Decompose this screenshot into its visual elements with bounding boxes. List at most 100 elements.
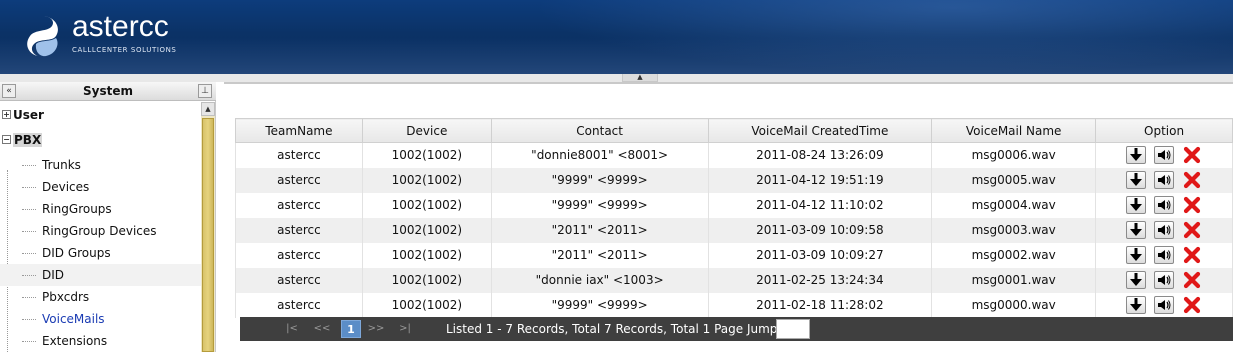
tree-group-label: User xyxy=(13,108,44,122)
play-audio-icon[interactable] xyxy=(1154,246,1175,264)
current-page-button[interactable]: 1 xyxy=(341,320,361,338)
scroll-up-icon[interactable]: ▲ xyxy=(201,102,215,116)
layout-splitter xyxy=(0,74,1233,82)
sidebar-item-label: RingGroup Devices xyxy=(42,224,157,238)
cell-contact: "9999" <9999> xyxy=(490,292,709,318)
table-row[interactable]: astercc 1002(1002) "2011" <2011> 2011-03-09… xyxy=(235,242,1233,268)
download-icon[interactable] xyxy=(1126,221,1147,239)
collapse-icon[interactable]: − xyxy=(2,135,11,144)
cell-voicemail-name: msg0000.wav xyxy=(931,292,1097,318)
column-header-device[interactable]: Device xyxy=(361,118,492,143)
cell-createdtime: 2011-02-25 13:24:34 xyxy=(707,267,933,293)
sidebar-item-ringgroups[interactable]: RingGroups xyxy=(0,198,201,220)
play-audio-icon[interactable] xyxy=(1154,171,1175,189)
cell-option xyxy=(1095,292,1233,318)
last-page-button[interactable]: >| xyxy=(397,320,413,338)
delete-icon[interactable] xyxy=(1182,296,1202,314)
table-row[interactable]: astercc 1002(1002) "9999" <9999> 2011-04-12… xyxy=(235,167,1233,193)
next-page-button[interactable]: >> xyxy=(367,320,385,338)
sidebar-item-label: Pbxcdrs xyxy=(42,290,90,304)
main-panel: TeamName Device Contact VoiceMail Create… xyxy=(224,82,1233,352)
table-row[interactable]: astercc 1002(1002) "9999" <9999> 2011-02-18… xyxy=(235,292,1233,318)
cell-voicemail-name: msg0001.wav xyxy=(931,267,1097,293)
prev-page-button[interactable]: << xyxy=(313,320,331,338)
sidebar-item-extensions[interactable]: Extensions xyxy=(0,330,201,352)
sidebar-item-label: DID xyxy=(42,268,65,282)
sidebar-item-trunks[interactable]: Trunks xyxy=(0,154,201,176)
cell-voicemail-name: msg0005.wav xyxy=(931,167,1097,193)
delete-icon[interactable] xyxy=(1182,196,1202,214)
tree-group-pbx[interactable]: − PBX xyxy=(0,129,201,151)
download-icon[interactable] xyxy=(1126,296,1147,314)
play-audio-icon[interactable] xyxy=(1154,146,1175,165)
download-icon[interactable] xyxy=(1126,246,1147,264)
cell-device: 1002(1002) xyxy=(361,167,492,193)
cell-option xyxy=(1095,167,1233,193)
play-audio-icon[interactable] xyxy=(1154,221,1175,239)
expand-icon[interactable]: + xyxy=(2,110,11,119)
sidebar-item-label: Trunks xyxy=(42,158,81,172)
pin-icon[interactable]: ⊥ xyxy=(198,84,212,98)
cell-createdtime: 2011-04-12 11:10:02 xyxy=(707,192,933,218)
cell-teamname: astercc xyxy=(235,242,363,268)
jump-to-page-input[interactable] xyxy=(776,319,810,339)
tree-dash xyxy=(22,209,36,210)
delete-icon[interactable] xyxy=(1182,171,1202,189)
column-header-contact[interactable]: Contact xyxy=(490,118,709,143)
tree-dash xyxy=(22,253,36,254)
table-row[interactable]: astercc 1002(1002) "9999" <9999> 2011-04-12… xyxy=(235,192,1233,218)
table-row[interactable]: astercc 1002(1002) "2011" <2011> 2011-03-09… xyxy=(235,217,1233,243)
row-actions xyxy=(1096,196,1232,214)
tree-group-user[interactable]: + User xyxy=(0,104,201,126)
tree-dash xyxy=(22,275,36,276)
voicemail-table: TeamName Device Contact VoiceMail Create… xyxy=(235,118,1233,318)
sidebar-item-did-groups[interactable]: DID Groups xyxy=(0,242,201,264)
pagination-bar: |< << 1 >> >| Listed 1 - 7 Records, Tota… xyxy=(240,317,1233,341)
cell-createdtime: 2011-03-09 10:09:58 xyxy=(707,217,933,243)
delete-icon[interactable] xyxy=(1182,146,1202,164)
play-audio-icon[interactable] xyxy=(1154,271,1175,289)
cell-teamname: astercc xyxy=(235,167,363,193)
cell-option xyxy=(1095,242,1233,268)
sidebar-item-label: DID Groups xyxy=(42,246,111,260)
cell-teamname: astercc xyxy=(235,142,363,168)
table-row[interactable]: astercc 1002(1002) "donnie iax" <1003> 2011… xyxy=(235,267,1233,293)
delete-icon[interactable] xyxy=(1182,271,1202,289)
sidebar-item-did[interactable]: DID xyxy=(0,264,201,286)
column-header-createdtime[interactable]: VoiceMail CreatedTime xyxy=(707,118,933,143)
cell-device: 1002(1002) xyxy=(361,192,492,218)
sidebar-item-voicemails[interactable]: VoiceMails xyxy=(0,308,201,330)
sidebar-item-ringgroup-devices[interactable]: RingGroup Devices xyxy=(0,220,201,242)
collapse-header-button[interactable]: ▲ xyxy=(622,74,658,82)
delete-icon[interactable] xyxy=(1182,246,1202,264)
column-header-voicemail-name[interactable]: VoiceMail Name xyxy=(931,118,1097,143)
download-icon[interactable] xyxy=(1126,271,1147,289)
cell-option xyxy=(1095,217,1233,243)
cell-createdtime: 2011-02-18 11:28:02 xyxy=(707,292,933,318)
play-audio-icon[interactable] xyxy=(1154,296,1175,314)
scrollbar-thumb[interactable] xyxy=(202,118,214,352)
sidebar-item-label: VoiceMails xyxy=(42,312,105,326)
cell-option xyxy=(1095,142,1233,168)
tree-dash xyxy=(22,341,36,342)
table-body: astercc 1002(1002) "donnie8001" <8001> 2011… xyxy=(235,142,1233,318)
download-icon[interactable] xyxy=(1126,146,1147,165)
cell-teamname: astercc xyxy=(235,192,363,218)
delete-icon[interactable] xyxy=(1182,221,1202,239)
sidebar-item-devices[interactable]: Devices xyxy=(0,176,201,198)
download-icon[interactable] xyxy=(1126,196,1147,214)
play-audio-icon[interactable] xyxy=(1154,196,1175,214)
column-header-teamname[interactable]: TeamName xyxy=(235,118,363,143)
cell-createdtime: 2011-08-24 13:26:09 xyxy=(707,142,933,168)
first-page-button[interactable]: |< xyxy=(284,320,300,338)
cell-option xyxy=(1095,192,1233,218)
download-icon[interactable] xyxy=(1126,171,1147,189)
row-actions xyxy=(1096,271,1232,289)
navigation-tree: + User − PBX Trunks Devices RingGroups R… xyxy=(0,102,201,352)
app-header: astercc CALLLCENTER SOLUTIONS xyxy=(0,0,1233,74)
sidebar-item-pbxcdrs[interactable]: Pbxcdrs xyxy=(0,286,201,308)
sidebar-scrollbar[interactable]: ▲ xyxy=(201,102,215,352)
table-row[interactable]: astercc 1002(1002) "donnie8001" <8001> 2011… xyxy=(235,142,1233,168)
cell-teamname: astercc xyxy=(235,292,363,318)
cell-contact: "donnie8001" <8001> xyxy=(490,142,709,168)
